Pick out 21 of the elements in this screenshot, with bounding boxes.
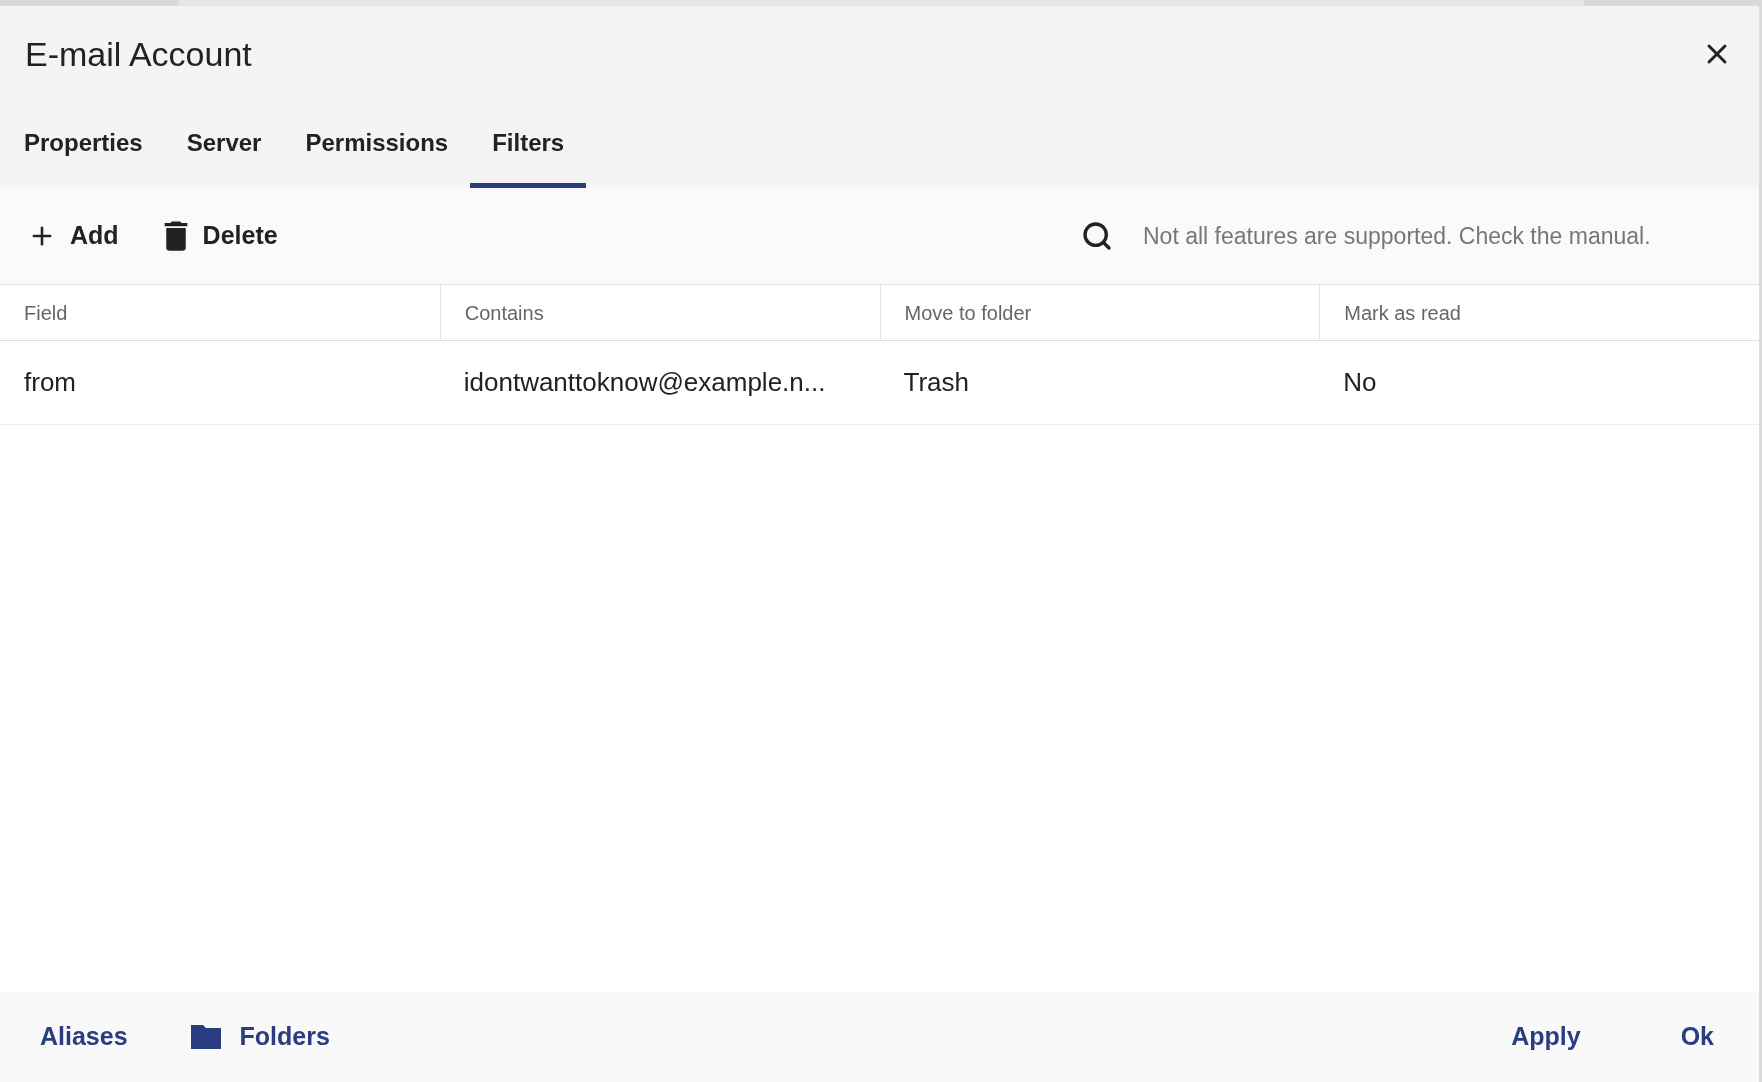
table-cell-text: Trash xyxy=(902,366,970,399)
dialog-title: E-mail Account xyxy=(25,33,252,75)
delete-button[interactable]: Delete xyxy=(162,217,278,255)
trash-icon xyxy=(162,219,189,253)
tab[interactable]: Properties xyxy=(2,102,165,188)
search-field[interactable]: Not all features are supported. Check the manual. xyxy=(1143,218,1733,254)
column-header: Mark as read xyxy=(1319,285,1759,340)
tab[interactable]: Server xyxy=(164,102,284,188)
table-cell-text: from xyxy=(23,366,77,399)
folders-button[interactable]: Folders xyxy=(187,1018,330,1056)
ok-button[interactable]: Ok xyxy=(1680,1018,1714,1056)
tab[interactable]: Permissions xyxy=(283,102,471,188)
table-cell-text: No xyxy=(1342,366,1378,399)
table-cell-text: idontwanttoknow@example.n... xyxy=(462,366,827,399)
column-header: Field xyxy=(23,300,69,326)
add-button[interactable]: Add xyxy=(28,217,119,255)
apply-button[interactable]: Apply xyxy=(1511,1018,1581,1056)
column-header: Contains xyxy=(439,285,880,340)
search-icon xyxy=(1081,220,1113,252)
aliases-button[interactable]: Aliases xyxy=(40,1018,128,1056)
column-header: Move to folder xyxy=(879,285,1320,340)
